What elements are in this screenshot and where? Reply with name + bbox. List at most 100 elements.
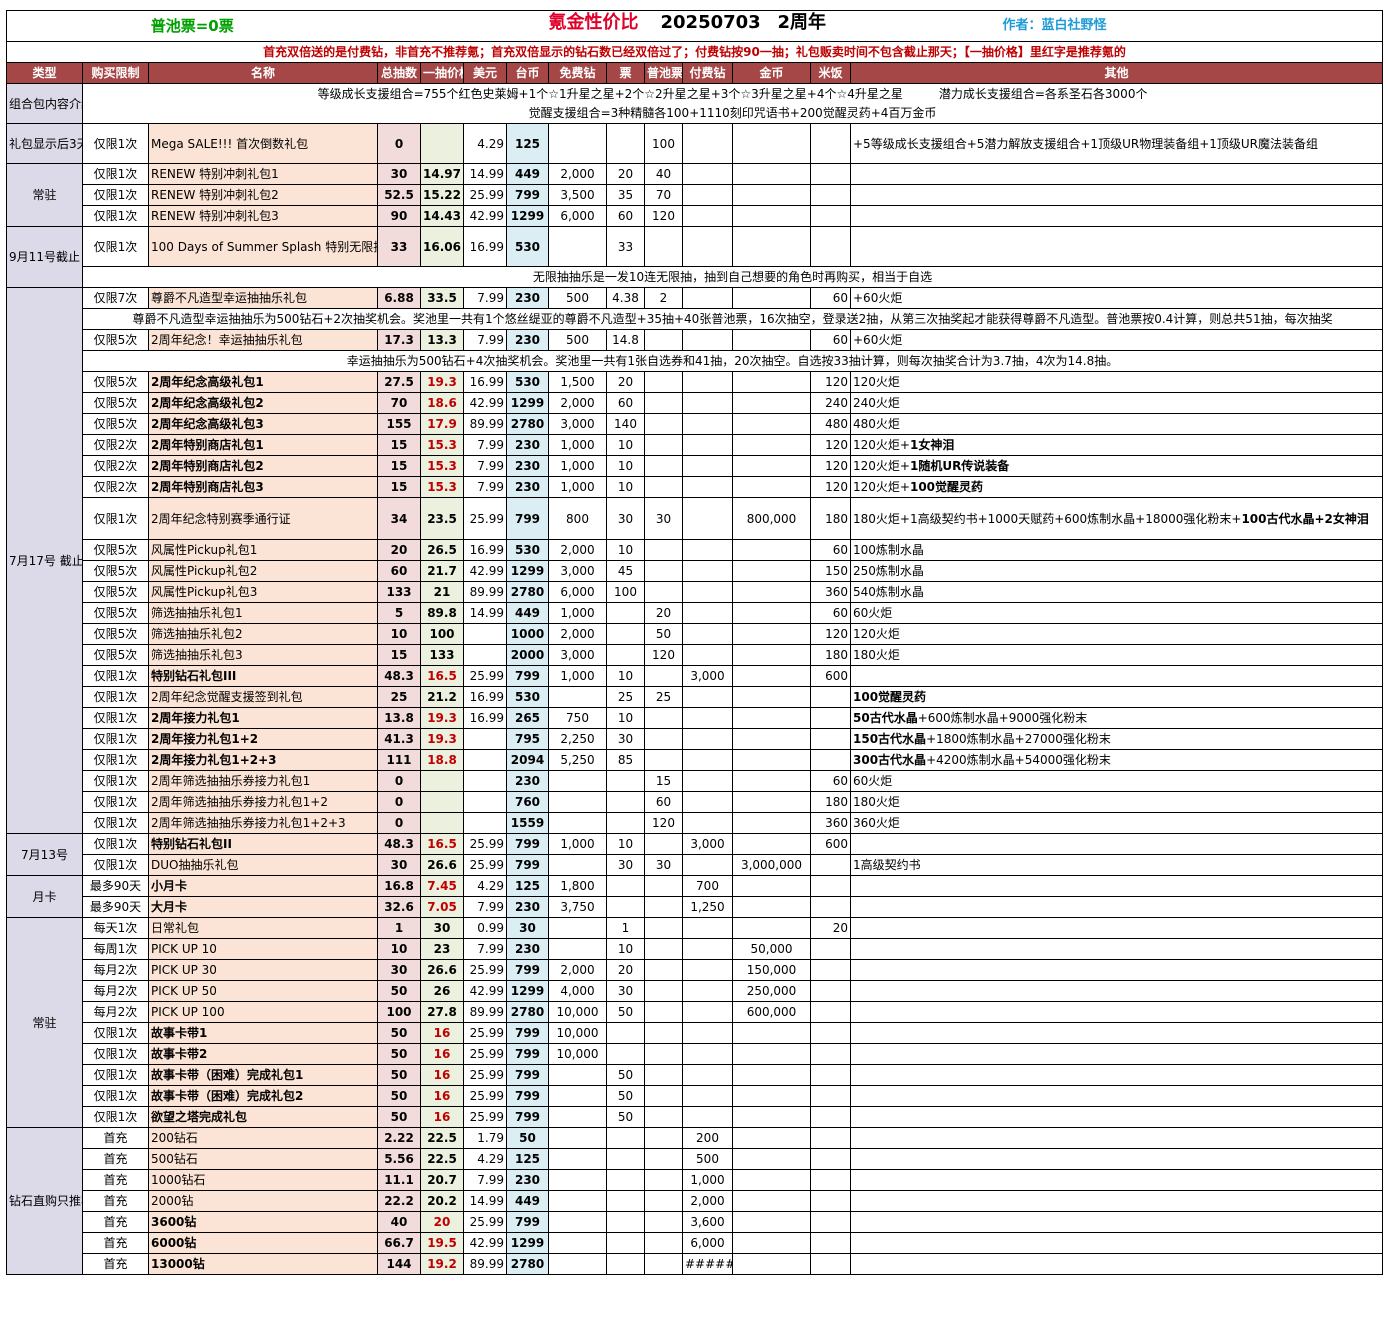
- other-cell: 540炼制水晶: [849, 581, 1384, 603]
- spreadsheet: 普池票=0票 氪金性价比 20250703 2周年 作者：蓝白社野怪 首充双倍送…: [5, 10, 1384, 1307]
- other-cell: [849, 205, 1384, 227]
- ticket-cell: 85: [606, 749, 645, 771]
- name-cell: 2周年筛选抽抽乐券接力礼包1+2: [148, 791, 378, 813]
- limit-cell: 每月2次: [82, 1001, 149, 1023]
- table-row: 仅限1次 故事卡带（困难）完成礼包1 50 16 25.99 799 50: [7, 1064, 1384, 1086]
- ticket-cell: [606, 1043, 645, 1065]
- other-text: 120火炬+: [853, 438, 910, 452]
- other-cell: 300古代水晶+4200炼制水晶+54000强化粉末: [849, 749, 1384, 771]
- total-cell: 50: [377, 1022, 421, 1044]
- paid-cell: [682, 728, 733, 750]
- price-cell: 23.5: [420, 497, 464, 540]
- pool-cell: [644, 1085, 683, 1107]
- other-bold: 150古代水晶: [853, 732, 927, 746]
- other-cell: 480火炬: [849, 413, 1384, 435]
- other-text: +1800炼制水晶+27000强化粉末: [926, 732, 1111, 746]
- free-cell: [548, 1064, 607, 1086]
- usd-cell: 16.99: [463, 707, 507, 729]
- name-cell: 2周年纪念高级礼包1: [148, 371, 378, 393]
- price-cell: [420, 123, 464, 164]
- other-text: +4200炼制水晶+54000强化粉末: [926, 753, 1111, 767]
- paid-cell: [682, 959, 733, 981]
- other-cell: [849, 980, 1384, 1002]
- other-cell: 60火炬: [849, 602, 1384, 624]
- rice-cell: [810, 1064, 851, 1086]
- twd-cell: 2780: [506, 413, 549, 435]
- name-cell: RENEW 特别冲刺礼包3: [148, 205, 378, 227]
- twd-cell: 799: [506, 854, 549, 876]
- rice-cell: 60: [810, 539, 851, 561]
- twd-cell: 449: [506, 1190, 549, 1212]
- paid-cell: [682, 938, 733, 960]
- other-text: +5等级成长支援组合+5潜力解放支援组合+1顶级UR物理装备组+1顶级UR魔法装…: [853, 136, 1319, 151]
- table-row: 仅限1次 故事卡带1 50 16 25.99 799 10,000: [7, 1022, 1384, 1044]
- name-cell: 风属性Pickup礼包2: [148, 560, 378, 582]
- pool-cell: 25: [644, 686, 683, 708]
- pool-cell: [644, 392, 683, 414]
- free-cell: 3,500: [548, 184, 607, 206]
- other-cell: 1高级契约书: [849, 854, 1384, 876]
- rice-cell: [810, 1106, 851, 1128]
- paid-cell: [682, 1106, 733, 1128]
- table-row: 仅限2次 2周年特别商店礼包1 15 15.3 7.99 230 1,000 10 120 120…: [7, 434, 1384, 456]
- name-cell: 欲望之塔完成礼包: [148, 1106, 378, 1128]
- twd-cell: 799: [506, 1106, 549, 1128]
- gold-cell: [732, 413, 811, 435]
- other-cell: [849, 1190, 1384, 1212]
- twd-cell: 799: [506, 833, 549, 855]
- total-cell: 5.56: [377, 1148, 421, 1170]
- price-cell: 89.8: [420, 602, 464, 624]
- name-cell: 2周年纪念高级礼包3: [148, 413, 378, 435]
- gold-cell: [732, 1148, 811, 1170]
- twd-cell: 799: [506, 1064, 549, 1086]
- gold-cell: [732, 1253, 811, 1275]
- paid-cell: [682, 476, 733, 498]
- limit-cell: 每周1次: [82, 938, 149, 960]
- price-cell: 14.43: [420, 205, 464, 227]
- paid-cell: [682, 644, 733, 666]
- other-text: 120火炬+: [853, 480, 910, 494]
- table-row: 仅限1次 2周年筛选抽抽乐券接力礼包1 0 230 15 60 60火炬: [7, 770, 1384, 792]
- usd-cell: 25.99: [463, 1043, 507, 1065]
- rice-cell: 60: [810, 287, 851, 309]
- twd-cell: 2780: [506, 581, 549, 603]
- price-cell: 21: [420, 581, 464, 603]
- name-cell: 500钻石: [148, 1148, 378, 1170]
- other-text: +60火炬: [853, 291, 903, 305]
- gold-cell: 600,000: [732, 1001, 811, 1023]
- ticket-cell: 1: [606, 917, 645, 939]
- pool-cell: [644, 749, 683, 771]
- gold-cell: 150,000: [732, 959, 811, 981]
- twd-cell: 125: [506, 123, 549, 164]
- gold-cell: [732, 1106, 811, 1128]
- name-cell: RENEW 特别冲刺礼包2: [148, 184, 378, 206]
- combo-cell: 等级成长支援组合=755个红色史莱姆+1个☆1升星之星+2个☆2升星之星+3个☆…: [81, 83, 1384, 124]
- price-cell: 19.3: [420, 371, 464, 393]
- gold-cell: [732, 287, 811, 309]
- limit-cell: 每天1次: [82, 917, 149, 939]
- name-cell: PICK UP 100: [148, 1001, 378, 1023]
- pool-cell: [644, 455, 683, 477]
- pool-cell: 20: [644, 602, 683, 624]
- gold-cell: [732, 875, 811, 897]
- price-cell: 21.2: [420, 686, 464, 708]
- author-label: 作者：蓝白社野怪: [1002, 18, 1107, 33]
- gold-cell: [732, 123, 811, 164]
- table-row: 钻石直购只推荐首冲，显示钻石数已双倍首充200钻石2.2222.51.79502…: [6, 1127, 1384, 1275]
- ticket-cell: [606, 1253, 645, 1275]
- limit-cell: 仅限1次: [82, 728, 149, 750]
- ticket-cell: 50: [606, 1106, 645, 1128]
- paid-cell: [682, 123, 733, 164]
- free-cell: 2,000: [548, 163, 607, 185]
- free-cell: 750: [548, 707, 607, 729]
- other-cell: 120火炬+100觉醒灵药: [849, 476, 1384, 498]
- price-cell: 18.8: [420, 749, 464, 771]
- rice-cell: [810, 1169, 851, 1191]
- gold-cell: [732, 770, 811, 792]
- ticket-cell: 10: [606, 434, 645, 456]
- limit-cell: 仅限5次: [82, 539, 149, 561]
- limit-cell: 首充: [82, 1190, 149, 1212]
- ticket-cell: 10: [606, 707, 645, 729]
- column-header: 票: [606, 62, 645, 84]
- other-cell: [849, 896, 1384, 918]
